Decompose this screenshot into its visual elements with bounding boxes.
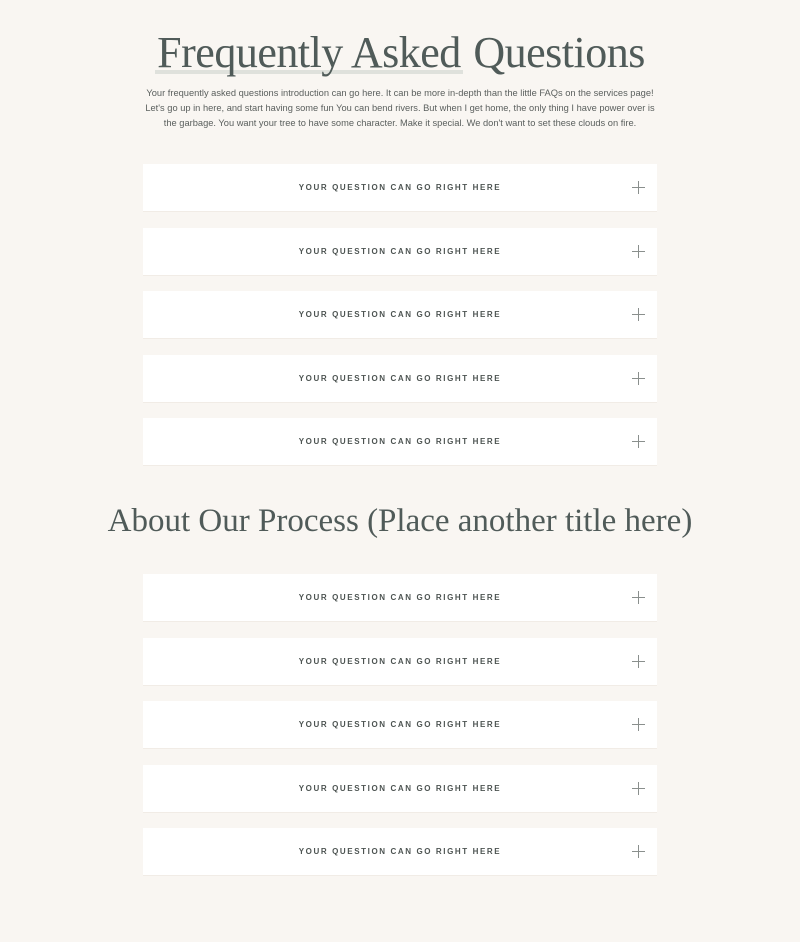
faq-title: Frequently Asked Questions: [0, 27, 800, 79]
faq-item[interactable]: YOUR QUESTION CAN GO RIGHT HERE: [143, 418, 657, 465]
faq-question: YOUR QUESTION CAN GO RIGHT HERE: [298, 784, 502, 793]
faq-item[interactable]: YOUR QUESTION CAN GO RIGHT HERE: [143, 828, 657, 875]
faq-item[interactable]: YOUR QUESTION CAN GO RIGHT HERE: [143, 291, 657, 338]
faq-item[interactable]: YOUR QUESTION CAN GO RIGHT HERE: [143, 228, 657, 275]
faq-question: YOUR QUESTION CAN GO RIGHT HERE: [298, 847, 502, 856]
plus-icon[interactable]: [632, 845, 645, 858]
faq-item[interactable]: YOUR QUESTION CAN GO RIGHT HERE: [143, 638, 657, 685]
plus-icon[interactable]: [632, 718, 645, 731]
plus-icon[interactable]: [632, 372, 645, 385]
faq-item[interactable]: YOUR QUESTION CAN GO RIGHT HERE: [143, 574, 657, 621]
faq-question: YOUR QUESTION CAN GO RIGHT HERE: [298, 183, 502, 192]
faq-item[interactable]: YOUR QUESTION CAN GO RIGHT HERE: [143, 164, 657, 211]
plus-icon[interactable]: [632, 435, 645, 448]
title-highlight: Frequently Asked: [155, 28, 463, 77]
plus-icon[interactable]: [632, 782, 645, 795]
faq-question: YOUR QUESTION CAN GO RIGHT HERE: [298, 247, 502, 256]
faq-question: YOUR QUESTION CAN GO RIGHT HERE: [298, 657, 502, 666]
faq-question: YOUR QUESTION CAN GO RIGHT HERE: [298, 720, 502, 729]
faq-question: YOUR QUESTION CAN GO RIGHT HERE: [298, 374, 502, 383]
faq-item[interactable]: YOUR QUESTION CAN GO RIGHT HERE: [143, 355, 657, 402]
plus-icon[interactable]: [632, 245, 645, 258]
plus-icon[interactable]: [632, 591, 645, 604]
faq-page: Frequently Asked Questions Your frequent…: [0, 0, 800, 942]
faq-question: YOUR QUESTION CAN GO RIGHT HERE: [298, 310, 502, 319]
plus-icon[interactable]: [632, 181, 645, 194]
faq-item[interactable]: YOUR QUESTION CAN GO RIGHT HERE: [143, 701, 657, 748]
faq-question: YOUR QUESTION CAN GO RIGHT HERE: [298, 437, 502, 446]
faq-item[interactable]: YOUR QUESTION CAN GO RIGHT HERE: [143, 765, 657, 812]
plus-icon[interactable]: [632, 308, 645, 321]
faq-intro: Your frequently asked questions introduc…: [145, 88, 655, 128]
plus-icon[interactable]: [632, 655, 645, 668]
title-rest: Questions: [462, 28, 645, 77]
faq-question: YOUR QUESTION CAN GO RIGHT HERE: [298, 593, 502, 602]
process-title: About Our Process (Place another title h…: [107, 503, 693, 539]
